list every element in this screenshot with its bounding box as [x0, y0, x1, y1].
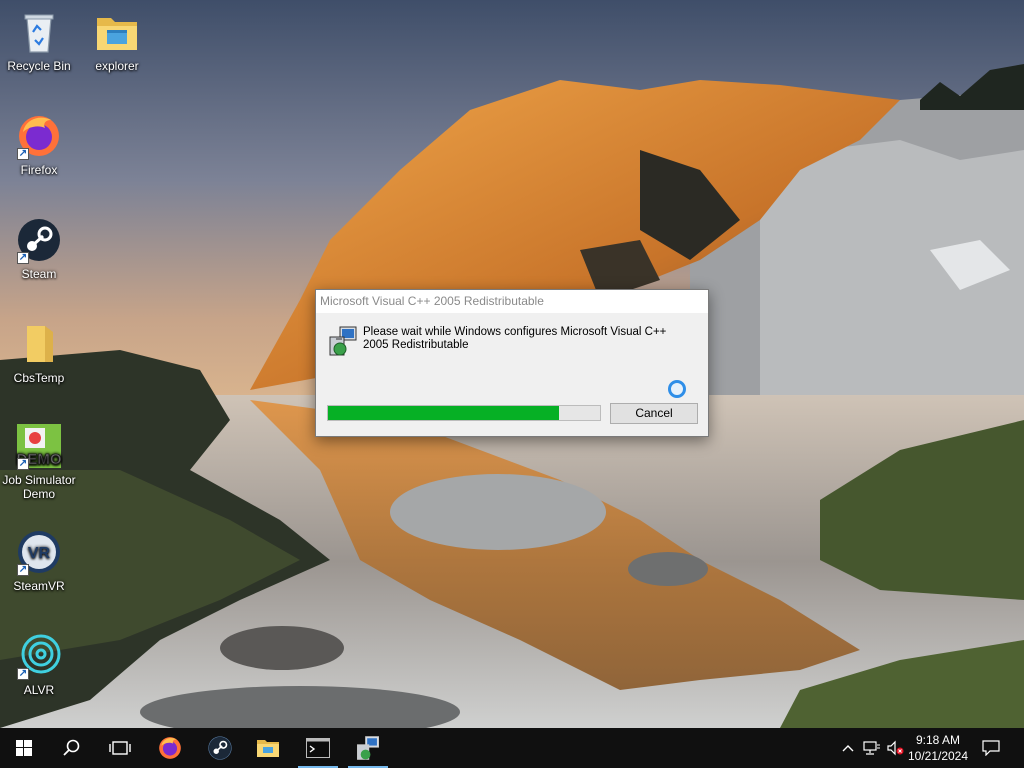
desktop: Recycle Bin explorer ↗ Firefox ↗ Steam C… [0, 0, 1024, 728]
busy-spinner-icon [668, 380, 686, 398]
desktop-icon-alvr[interactable]: ↗ ALVR [0, 632, 78, 697]
svg-text:VR: VR [28, 545, 51, 562]
desktop-icon-cbstemp[interactable]: CbsTemp [0, 320, 78, 385]
desktop-icon-label: Recycle Bin [7, 59, 71, 73]
desktop-icon-label: explorer [95, 59, 139, 73]
taskbar-steam[interactable] [196, 728, 244, 768]
action-center-button[interactable] [976, 728, 1006, 768]
dialog-title: Microsoft Visual C++ 2005 Redistributabl… [316, 290, 708, 313]
network-tray-button[interactable] [860, 728, 884, 768]
clock-date: 10/21/2024 [907, 749, 969, 763]
installer-dialog[interactable]: Microsoft Visual C++ 2005 Redistributabl… [315, 289, 709, 437]
desktop-icon-label: Firefox [20, 163, 58, 177]
notification-icon [982, 740, 1000, 756]
taskbar-firefox[interactable] [146, 728, 194, 768]
folder-icon [93, 8, 141, 56]
desktop-icon-label: CbsTemp [13, 371, 65, 385]
terminal-icon [306, 738, 330, 758]
firefox-icon [159, 737, 181, 759]
desktop-icon-job-simulator[interactable]: DEMO ↗ Job Simulator Demo [0, 422, 78, 501]
task-view-icon [109, 741, 131, 755]
desktop-icon-explorer[interactable]: explorer [78, 8, 156, 73]
windows-logo-icon [16, 740, 32, 756]
desktop-icon-label: Job Simulator Demo [2, 473, 76, 501]
firefox-icon: ↗ [15, 112, 63, 160]
desktop-icon-label: ALVR [23, 683, 55, 697]
installer-icon [328, 325, 358, 357]
shortcut-arrow-icon: ↗ [17, 148, 29, 160]
search-button[interactable] [48, 728, 96, 768]
taskbar-installer[interactable] [344, 728, 392, 768]
show-hidden-icons-button[interactable] [838, 728, 858, 768]
progress-fill [328, 406, 560, 420]
cancel-button[interactable]: Cancel [610, 403, 698, 424]
system-clock[interactable]: 9:18 AM 10/21/2024 [900, 732, 976, 764]
job-simulator-icon: DEMO ↗ [15, 422, 63, 470]
shortcut-arrow-icon: ↗ [17, 564, 29, 576]
installer-icon [357, 736, 379, 760]
clock-time: 9:18 AM [915, 733, 961, 747]
alvr-icon: ↗ [15, 632, 63, 680]
folder-icon [257, 740, 279, 757]
chevron-up-icon [842, 745, 854, 752]
dialog-message: Please wait while Windows configures Mic… [363, 326, 667, 351]
taskbar-explorer[interactable] [244, 728, 292, 768]
desktop-icon-steamvr[interactable]: VR ↗ SteamVR [0, 528, 78, 593]
search-icon [63, 739, 80, 756]
steamvr-icon: VR ↗ [15, 528, 63, 576]
desktop-icon-label: Steam [21, 267, 57, 281]
shortcut-arrow-icon: ↗ [17, 668, 29, 680]
task-view-button[interactable] [96, 728, 144, 768]
install-progress-bar [327, 405, 601, 421]
desktop-icon-steam[interactable]: ↗ Steam [0, 216, 78, 281]
desktop-icon-recycle-bin[interactable]: Recycle Bin [0, 8, 78, 73]
recycle-bin-icon [15, 8, 63, 56]
desktop-icon-label: SteamVR [13, 579, 65, 593]
start-button[interactable] [0, 728, 48, 768]
shortcut-arrow-icon: ↗ [17, 252, 29, 264]
folder-icon [15, 320, 63, 368]
shortcut-arrow-icon: ↗ [17, 458, 29, 470]
taskbar: 9:18 AM 10/21/2024 [0, 728, 1024, 768]
network-icon [863, 741, 880, 755]
taskbar-terminal[interactable] [294, 728, 342, 768]
steam-icon: ↗ [15, 216, 63, 264]
desktop-icon-firefox[interactable]: ↗ Firefox [0, 112, 78, 177]
steam-icon [208, 736, 232, 760]
